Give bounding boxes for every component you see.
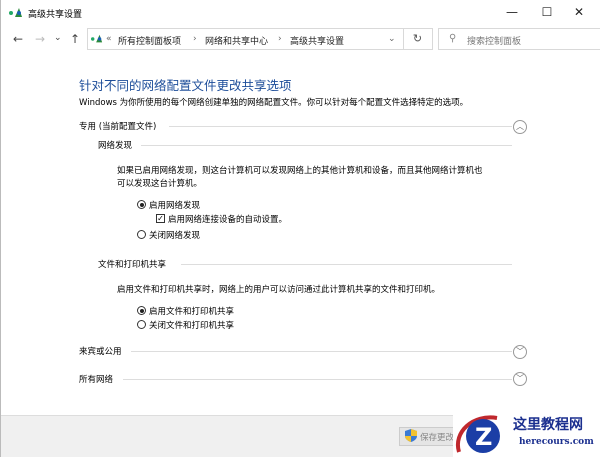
discovery-text-1: 如果已启用网络发现，则这台计算机可以发现网络上的其他计算机和设备，而且其他网络计… bbox=[117, 166, 483, 176]
breadcrumb-separator: › bbox=[193, 34, 197, 44]
file-sharing-title: 文件和打印机共享 bbox=[98, 260, 167, 270]
watermark-text: 这里教程网 bbox=[513, 417, 583, 433]
window-title: 高级共享设置 bbox=[28, 10, 83, 20]
back-button[interactable]: ← bbox=[13, 32, 23, 46]
shield-icon bbox=[405, 429, 417, 442]
auto-setup-label[interactable]: 启用网络连接设备的自动设置。 bbox=[168, 213, 287, 225]
page-description: Windows 为你所使用的每个网络创建单独的网络配置文件。你可以针对每个配置文… bbox=[79, 98, 469, 108]
profile-guest-label[interactable]: 来宾或公用 bbox=[79, 345, 122, 357]
forward-button[interactable]: → bbox=[35, 32, 45, 46]
breadcrumb-separator: › bbox=[278, 34, 282, 44]
network-discovery-title: 网络发现 bbox=[98, 141, 133, 151]
auto-setup-checkbox[interactable]: ✓ bbox=[156, 214, 165, 223]
address-dropdown[interactable]: ⌄ bbox=[388, 34, 396, 44]
expand-icon[interactable]: ﹀ bbox=[513, 345, 527, 359]
refresh-button[interactable]: ↻ bbox=[403, 28, 431, 50]
maximize-button[interactable]: ☐ bbox=[536, 4, 558, 20]
sharing-off-radio[interactable] bbox=[137, 320, 146, 329]
sharing-off-label[interactable]: 关闭文件和打印机共享 bbox=[149, 319, 234, 331]
breadcrumb-advanced-sharing[interactable]: 高级共享设置 bbox=[290, 34, 344, 47]
divider bbox=[181, 264, 512, 265]
search-icon: ⚲ bbox=[449, 33, 457, 44]
profile-all-label[interactable]: 所有网络 bbox=[79, 373, 113, 385]
sharing-on-label[interactable]: 启用文件和打印机共享 bbox=[149, 305, 234, 317]
search-placeholder: 搜索控制面板 bbox=[467, 37, 522, 47]
close-button[interactable]: ✕ bbox=[568, 4, 590, 20]
discovery-on-label[interactable]: 启用网络发现 bbox=[149, 199, 200, 211]
discovery-off-label[interactable]: 关闭网络发现 bbox=[149, 229, 200, 241]
svg-text:Z: Z bbox=[475, 423, 492, 451]
address-bar[interactable]: « 所有控制面板项 › 网络和共享中心 › 高级共享设置 ⌄ bbox=[87, 28, 433, 50]
profile-private-label[interactable]: 专用 (当前配置文件) bbox=[79, 120, 156, 132]
breadcrumb-network-center[interactable]: 网络和共享中心 bbox=[205, 34, 268, 47]
divider bbox=[141, 145, 512, 146]
divider bbox=[169, 126, 512, 127]
title-bar: 高级共享设置 — ☐ ✕ bbox=[1, 0, 600, 26]
sharing-on-radio[interactable] bbox=[137, 306, 146, 315]
page-title: 针对不同的网络配置文件更改共享选项 bbox=[79, 78, 292, 93]
overflow-chevron[interactable]: « bbox=[106, 34, 112, 44]
discovery-off-radio[interactable] bbox=[137, 230, 146, 239]
collapse-icon[interactable]: ︿ bbox=[513, 120, 527, 134]
discovery-text-2: 可以发现这台计算机。 bbox=[117, 179, 203, 189]
divider bbox=[123, 379, 512, 380]
discovery-on-radio[interactable] bbox=[137, 200, 146, 209]
watermark-url: herecours.com bbox=[519, 437, 594, 447]
network-icon bbox=[91, 34, 103, 43]
network-icon bbox=[9, 8, 22, 17]
watermark-logo-icon: Z bbox=[455, 415, 500, 453]
search-input[interactable]: ⚲ 搜索控制面板 bbox=[438, 28, 600, 50]
expand-icon[interactable]: ﹀ bbox=[513, 372, 527, 386]
up-button[interactable]: ↑ bbox=[70, 32, 80, 46]
divider bbox=[131, 351, 512, 352]
recent-locations-button[interactable]: ⌄ bbox=[54, 33, 62, 43]
breadcrumb-control-panel[interactable]: 所有控制面板项 bbox=[118, 34, 181, 47]
minimize-button[interactable]: — bbox=[501, 4, 523, 20]
window: 高级共享设置 — ☐ ✕ ← → ⌄ ↑ « 所有控制面板项 › 网络和共享中心… bbox=[0, 0, 600, 457]
sharing-text: 启用文件和打印机共享时，网络上的用户可以访问通过此计算机共享的文件和打印机。 bbox=[117, 285, 441, 295]
